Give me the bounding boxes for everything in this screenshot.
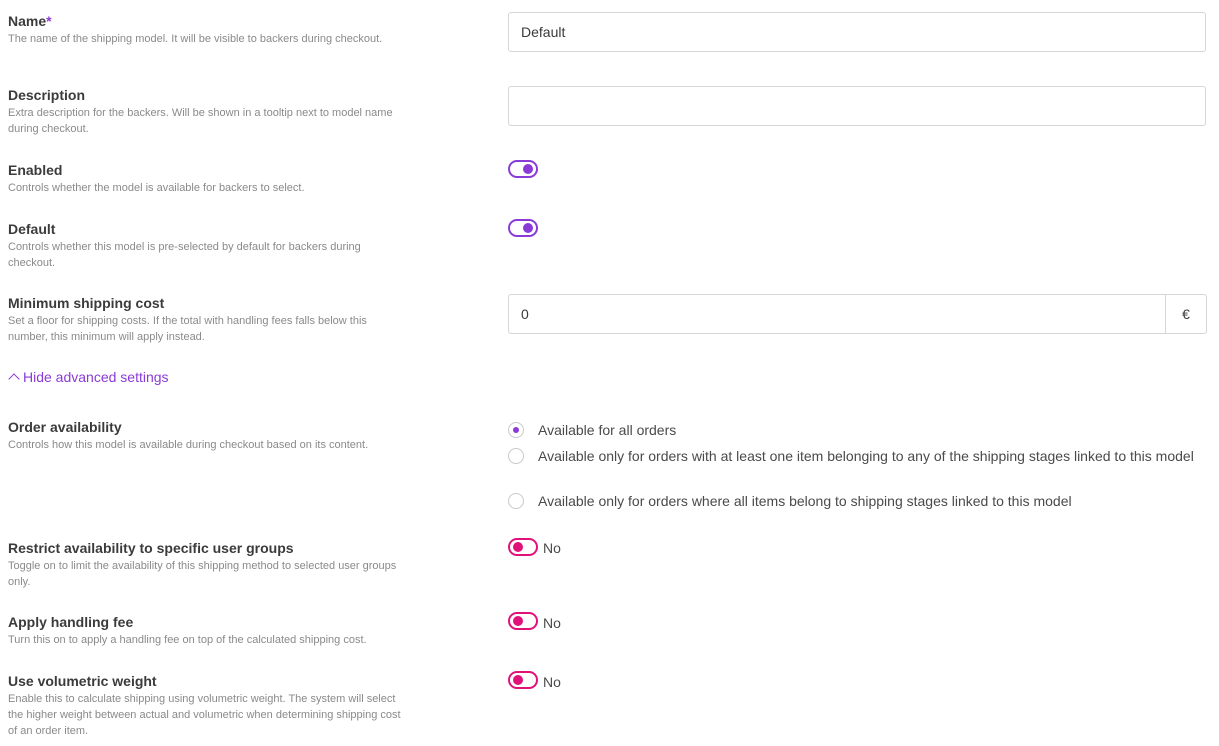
description-field-title: Description [8, 87, 86, 103]
currency-suffix: € [1165, 295, 1206, 333]
description-field-description: Extra description for the backers. Will … [8, 107, 393, 135]
handling-fee-description: Turn this on to apply a handling fee on … [8, 634, 367, 646]
order-availability-label-group: Order availability Controls how this mod… [8, 419, 408, 453]
volumetric-title: Use volumetric weight [8, 673, 157, 689]
enabled-field-label-group: Enabled Controls whether the model is av… [8, 162, 408, 196]
toggle-knob [523, 164, 533, 174]
min-cost-field-title: Minimum shipping cost [8, 295, 165, 311]
default-field-label-group: Default Controls whether this model is p… [8, 221, 408, 271]
enabled-field-title: Enabled [8, 162, 63, 178]
default-field-description: Controls whether this model is pre-selec… [8, 241, 361, 269]
default-field-title: Default [8, 221, 56, 237]
enabled-toggle[interactable] [508, 160, 538, 178]
volumetric-toggle[interactable] [508, 671, 538, 689]
order-availability-option-label: Available only for orders where all item… [538, 493, 1072, 509]
description-field-label-group: Description Extra description for the ba… [8, 87, 408, 137]
description-input[interactable] [508, 86, 1206, 126]
order-availability-description: Controls how this model is available dur… [8, 439, 369, 451]
min-cost-input-group: 0 € [508, 294, 1207, 334]
restrict-groups-description: Toggle on to limit the availability of t… [8, 560, 397, 588]
volumetric-label-group: Use volumetric weight Enable this to cal… [8, 673, 408, 739]
radio-button-checked[interactable] [508, 422, 524, 438]
toggle-knob [513, 616, 523, 626]
handling-fee-toggle[interactable] [508, 612, 538, 630]
name-input[interactable]: Default [508, 12, 1206, 52]
enabled-field-description: Controls whether the model is available … [8, 182, 305, 194]
order-availability-title: Order availability [8, 419, 122, 435]
advanced-settings-label: Hide advanced settings [23, 369, 169, 385]
required-mark: * [46, 13, 52, 29]
order-availability-option[interactable]: Available only for orders with at least … [508, 447, 1208, 466]
min-cost-input[interactable]: 0 [509, 295, 1165, 333]
handling-fee-title: Apply handling fee [8, 614, 134, 630]
order-availability-option[interactable]: Available only for orders where all item… [508, 492, 1208, 511]
restrict-groups-state: No [543, 540, 561, 556]
handling-fee-label-group: Apply handling fee Turn this on to apply… [8, 614, 408, 648]
order-availability-option-label: Available for all orders [538, 422, 677, 438]
handling-fee-state: No [543, 615, 561, 631]
volumetric-description: Enable this to calculate shipping using … [8, 693, 401, 737]
min-cost-field-label-group: Minimum shipping cost Set a floor for sh… [8, 295, 408, 345]
min-cost-field-description: Set a floor for shipping costs. If the t… [8, 315, 367, 343]
restrict-groups-title: Restrict availability to specific user g… [8, 540, 294, 556]
order-availability-option[interactable]: Available for all orders [508, 421, 1208, 440]
restrict-groups-toggle[interactable] [508, 538, 538, 556]
default-toggle[interactable] [508, 219, 538, 237]
chevron-up-icon [8, 373, 20, 385]
hide-advanced-settings-link[interactable]: Hide advanced settings [8, 369, 169, 385]
name-field-title: Name* [8, 13, 52, 29]
name-field-description: The name of the shipping model. It will … [8, 33, 383, 45]
order-availability-option-label: Available only for orders with at least … [538, 448, 1194, 464]
radio-button[interactable] [508, 448, 524, 464]
volumetric-state: No [543, 674, 561, 690]
toggle-knob [513, 542, 523, 552]
radio-button[interactable] [508, 493, 524, 509]
toggle-knob [513, 675, 523, 685]
toggle-knob [523, 223, 533, 233]
name-field-label-group: Name* The name of the shipping model. It… [8, 13, 408, 47]
restrict-groups-label-group: Restrict availability to specific user g… [8, 540, 408, 590]
